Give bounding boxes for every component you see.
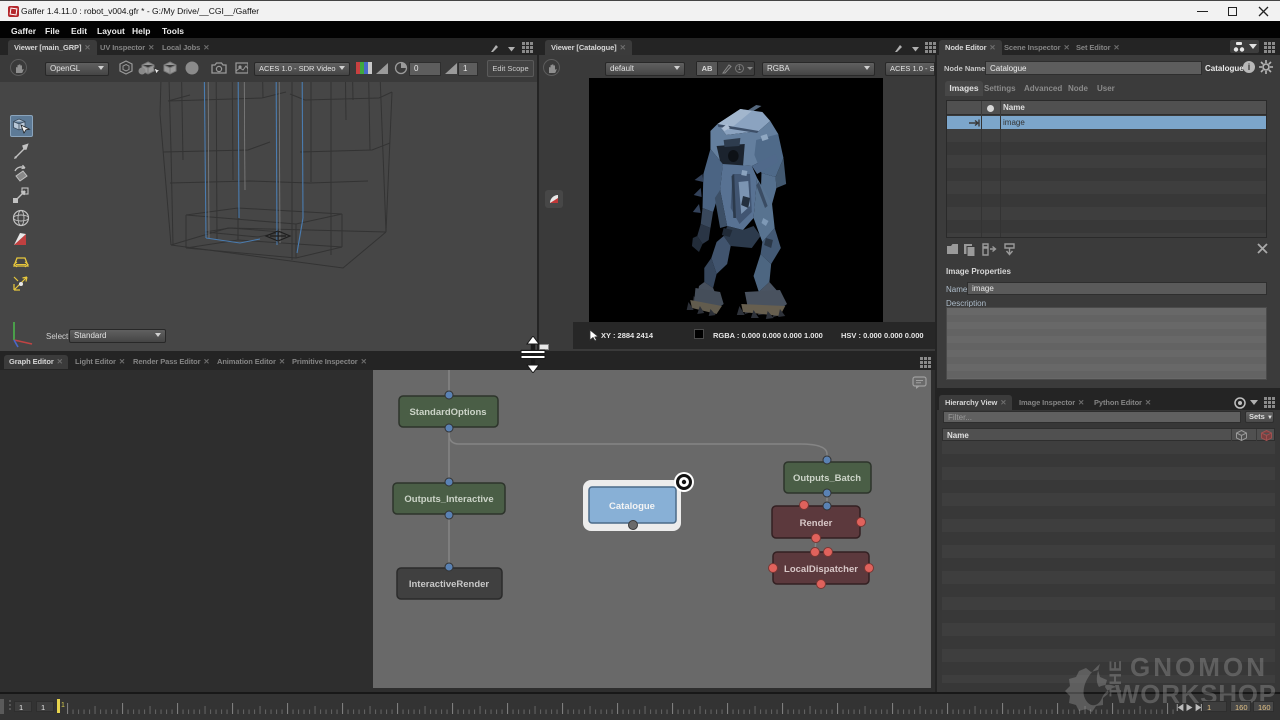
- svg-text:Outputs_Batch: Outputs_Batch: [793, 473, 861, 484]
- svg-text:LocalDispatcher: LocalDispatcher: [784, 564, 858, 575]
- svg-text:Outputs_Interactive: Outputs_Interactive: [404, 494, 493, 505]
- svg-text:Catalogue: Catalogue: [609, 501, 655, 512]
- svg-text:InteractiveRender: InteractiveRender: [409, 579, 490, 590]
- svg-text:Render: Render: [800, 518, 833, 529]
- svg-text:StandardOptions: StandardOptions: [409, 407, 486, 418]
